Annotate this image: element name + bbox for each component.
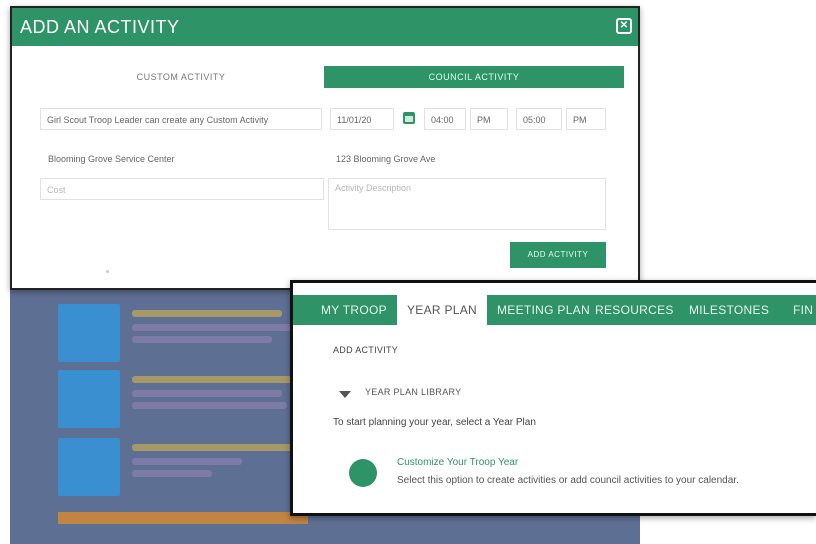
modal-header: ADD AN ACTIVITY ✕ — [12, 8, 638, 46]
start-time-field[interactable]: 04:00 — [424, 108, 466, 130]
customize-title[interactable]: Customize Your Troop Year — [397, 457, 518, 468]
start-date-field[interactable]: 11/01/20 — [330, 108, 394, 130]
add-activity-link[interactable]: ADD ACTIVITY — [333, 345, 398, 355]
add-activity-modal: ADD AN ACTIVITY ✕ CUSTOM ACTIVITY COUNCI… — [10, 6, 640, 290]
tab-meeting-plan[interactable]: MEETING PLAN — [497, 295, 590, 325]
background-strip — [58, 512, 308, 524]
chevron-down-icon[interactable] — [339, 391, 351, 398]
activity-description-field[interactable]: Activity Description — [328, 178, 606, 230]
tab-milestones[interactable]: MILESTONES — [689, 295, 769, 325]
background-tile — [58, 438, 120, 496]
end-ampm-select[interactable]: PM — [566, 108, 606, 130]
main-nav: MY TROOP YEAR PLAN MEETING PLAN RESOURCE… — [293, 295, 816, 325]
customize-description: Select this option to create activities … — [397, 475, 739, 486]
background-row — [58, 438, 303, 502]
close-icon[interactable]: ✕ — [616, 18, 632, 34]
tab-year-plan[interactable]: YEAR PLAN — [397, 295, 487, 325]
background-tile — [58, 304, 120, 362]
address-field[interactable]: 123 Blooming Grove Ave — [330, 148, 600, 170]
tab-resources[interactable]: RESOURCES — [595, 295, 674, 325]
modal-title: ADD AN ACTIVITY — [20, 17, 180, 37]
activity-name-field[interactable]: Girl Scout Troop Leader can create any C… — [40, 108, 322, 130]
start-ampm-select[interactable]: PM — [470, 108, 508, 130]
year-plan-panel: MY TROOP YEAR PLAN MEETING PLAN RESOURCE… — [290, 280, 816, 516]
start-instructions: To start planning your year, select a Ye… — [333, 417, 536, 428]
tab-finances[interactable]: FIN — [793, 295, 813, 325]
cost-field[interactable]: Cost — [40, 178, 324, 200]
year-plan-library-toggle[interactable]: YEAR PLAN LIBRARY — [365, 387, 461, 397]
add-activity-button[interactable]: ADD ACTIVITY — [510, 242, 606, 268]
customize-radio[interactable] — [349, 459, 377, 487]
calendar-icon[interactable] — [403, 112, 415, 124]
tab-my-troop[interactable]: MY TROOP — [321, 295, 387, 325]
tab-council-activity[interactable]: COUNCIL ACTIVITY — [324, 66, 624, 88]
background-row — [58, 304, 303, 368]
tab-custom-activity[interactable]: CUSTOM ACTIVITY — [36, 66, 326, 88]
background-row — [58, 370, 303, 434]
background-tile — [58, 370, 120, 428]
end-time-field[interactable]: 05:00 — [516, 108, 562, 130]
location-name-field[interactable]: Blooming Grove Service Center — [42, 148, 312, 170]
